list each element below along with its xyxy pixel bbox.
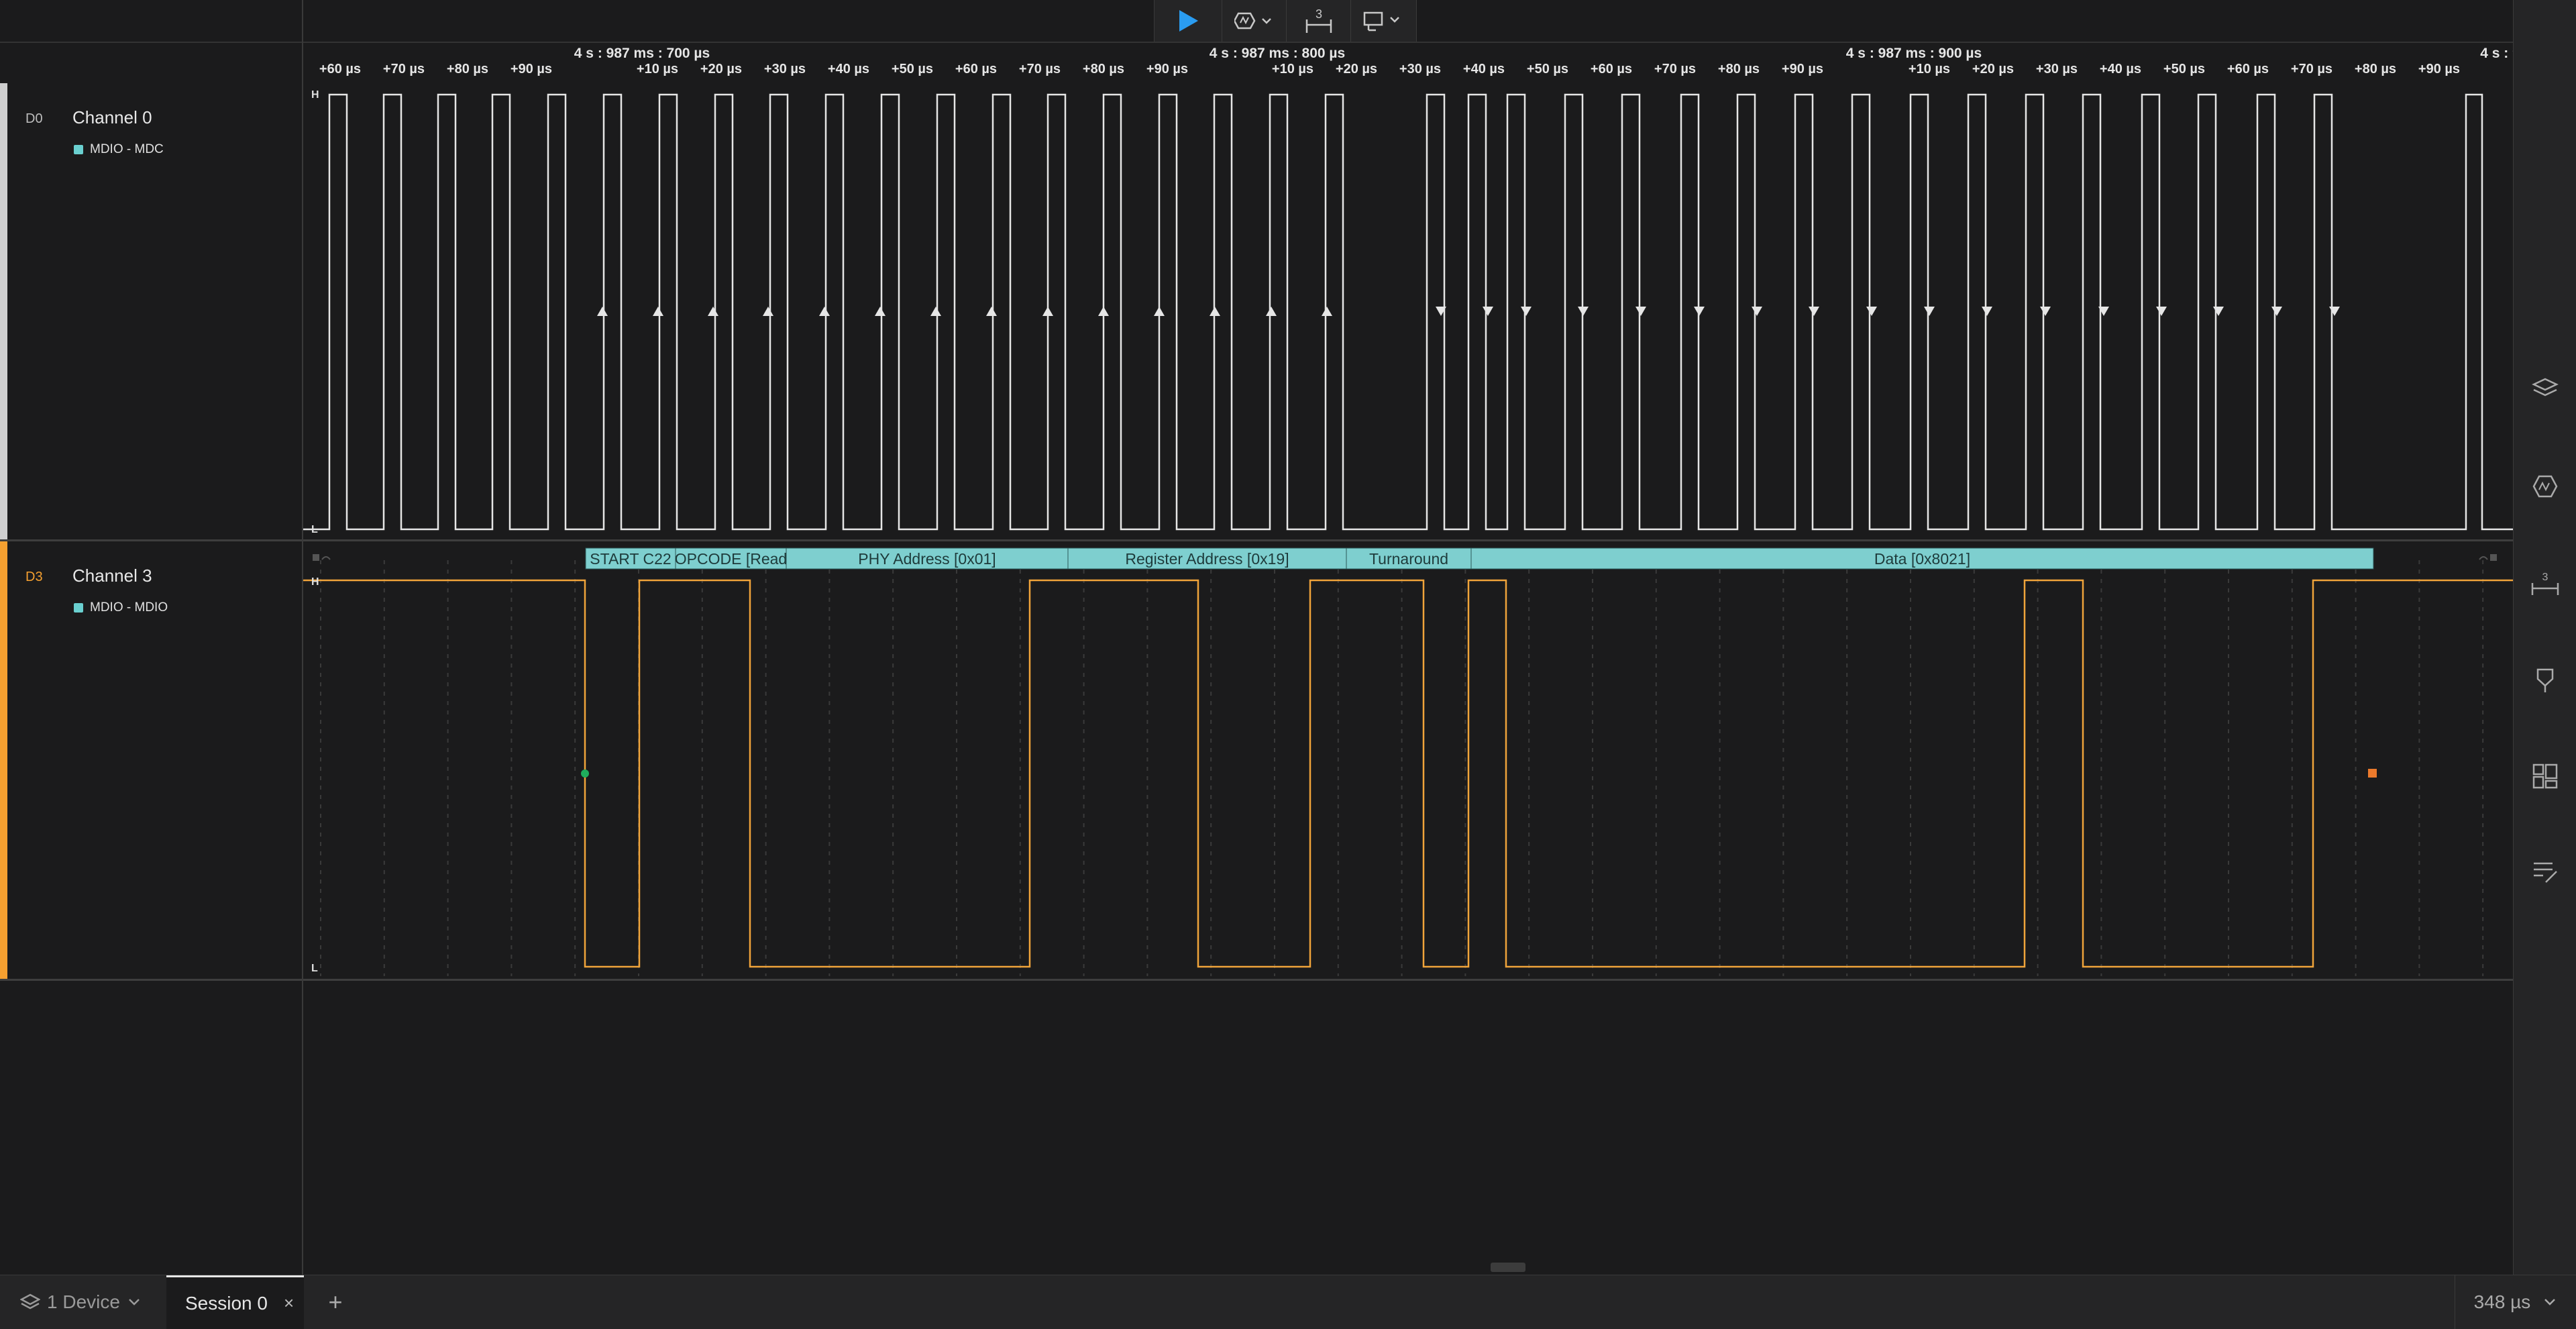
clock-fall-marker	[1578, 307, 1589, 316]
clock-rise-marker	[930, 307, 941, 316]
notes-icon[interactable]	[2528, 855, 2562, 889]
clock-fall-marker	[1694, 307, 1705, 316]
clock-rise-marker	[1266, 307, 1277, 316]
channel-0-low-label: L	[311, 524, 318, 535]
decoder-frame-label: OPCODE [Read	[675, 550, 787, 568]
session-tab-label: Session 0	[185, 1292, 268, 1314]
clock-rise-marker	[1322, 307, 1332, 316]
waveform-canvas[interactable]: START C22 OPCODE [Read PHY Address [0x01] R…	[0, 0, 2513, 1275]
clock-fall-marker	[1924, 307, 1935, 316]
clock-fall-marker	[1982, 307, 1992, 316]
clock-fall-marker	[1635, 307, 1646, 316]
zoom-level-label: 348 µs	[2473, 1291, 2531, 1312]
close-tab-icon[interactable]: ×	[284, 1293, 294, 1314]
scroll-right-icon[interactable]	[2479, 554, 2497, 561]
frame-end-marker	[2368, 769, 2377, 778]
frame-start-marker	[581, 769, 589, 778]
clock-rise-marker	[708, 307, 718, 316]
add-session-button[interactable]: +	[315, 1275, 356, 1329]
clock-fall-marker	[2329, 307, 2340, 316]
decoder-frame-label: Turnaround	[1369, 550, 1448, 568]
clock-rise-marker	[1154, 307, 1165, 316]
device-layers-icon	[20, 1293, 40, 1310]
scroll-left-icon[interactable]	[313, 554, 331, 561]
decoder-frame-label: Register Address [0x19]	[1125, 550, 1289, 568]
channel-3-high-label: H	[311, 576, 319, 588]
channel-0-trace	[303, 93, 2513, 531]
channel-3-trace	[303, 579, 2513, 968]
session-tab[interactable]: Session 0 ×	[166, 1275, 304, 1329]
grid-lines	[320, 560, 2484, 976]
clock-rise-marker	[986, 307, 997, 316]
clock-rise-marker	[1098, 307, 1109, 316]
clock-fall-marker	[2213, 307, 2224, 316]
clock-fall-marker	[1866, 307, 1877, 316]
channel-0-high-label: H	[311, 89, 319, 101]
mdio-decoder-frames[interactable]: START C22 OPCODE [Read PHY Address [0x01] R…	[585, 547, 2374, 570]
device-tab[interactable]: 1 Device	[0, 1275, 164, 1329]
clock-fall-marker	[1521, 307, 1532, 316]
clock-rise-marker	[819, 307, 830, 316]
clock-rise-marker	[1210, 307, 1220, 316]
clock-fall-marker	[2156, 307, 2167, 316]
clock-rise-marker	[763, 307, 773, 316]
extensions-icon[interactable]	[2528, 470, 2562, 503]
bottom-bar: 1 Device Session 0 × + 348 µs	[0, 1275, 2576, 1329]
analyzers-icon[interactable]	[2528, 372, 2562, 406]
panel-resize-handle[interactable]	[1491, 1263, 1525, 1272]
channel-0-waveform	[303, 93, 2513, 531]
clock-fall-marker	[1752, 307, 1762, 316]
clock-rise-marker	[653, 307, 663, 316]
zoom-level-selector[interactable]: 348 µs	[2455, 1275, 2576, 1329]
clock-fall-marker	[1809, 307, 1819, 316]
chevron-down-icon	[129, 1299, 140, 1306]
clock-fall-marker	[2271, 307, 2282, 316]
device-tab-label: 1 Device	[47, 1291, 120, 1312]
annotations-icon[interactable]	[2528, 663, 2562, 696]
clock-fall-marker	[2040, 307, 2051, 316]
right-sidebar: 3	[2513, 0, 2576, 1275]
clock-rise-marker	[875, 307, 885, 316]
layout-icon[interactable]	[2528, 759, 2562, 793]
clock-fall-marker	[1483, 307, 1493, 316]
decoder-frame-label: PHY Address [0x01]	[858, 550, 996, 568]
decoder-frame-label: Data [0x8021]	[1874, 550, 1970, 568]
clock-rise-marker	[597, 307, 608, 316]
measurements-icon[interactable]: 3	[2528, 566, 2562, 599]
channel-3-waveform	[303, 579, 2513, 968]
clock-rise-marker	[1042, 307, 1053, 316]
measurements-badge: 3	[2542, 572, 2548, 583]
decoder-frame-label: START C22	[590, 550, 671, 568]
channel-3-low-label: L	[311, 963, 318, 974]
chevron-down-icon	[2544, 1299, 2556, 1306]
